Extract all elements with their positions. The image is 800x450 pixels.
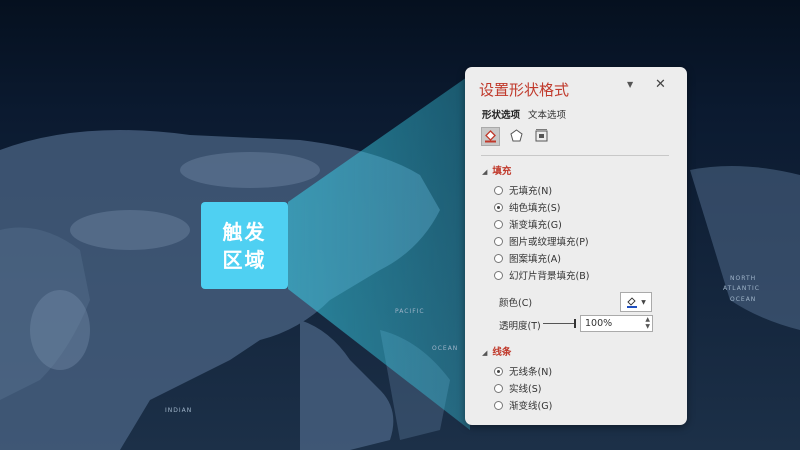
tab-text-options[interactable]: 文本选项 (528, 107, 566, 121)
radio-selected-icon[interactable] (494, 366, 503, 376)
fill-option-slide-background[interactable]: 幻灯片背景填充(B) (494, 268, 589, 282)
transparency-slider-track[interactable] (543, 323, 575, 324)
map-label-atlantic: ATLANTIC (723, 285, 760, 292)
radio-icon[interactable] (494, 400, 503, 410)
radio-icon[interactable] (494, 185, 503, 195)
map-label-north: NORTH (730, 275, 756, 282)
panel-options-icon[interactable]: ▼ (627, 80, 633, 89)
radio-icon[interactable] (494, 253, 503, 263)
radio-icon[interactable] (494, 236, 503, 246)
collapse-triangle-icon: ◢ (482, 349, 488, 357)
fill-section-label: 填充 (492, 166, 512, 177)
color-label: 颜色(C) (499, 298, 533, 309)
map-label-indian: INDIAN (165, 407, 192, 414)
radio-icon[interactable] (494, 219, 503, 229)
close-icon[interactable]: ✕ (655, 77, 666, 92)
map-label-ocean: OCEAN (432, 345, 458, 352)
fill-option-label: 无填充(N) (509, 186, 553, 197)
spinner-icon[interactable]: ▲ ▼ (645, 316, 650, 330)
chevron-down-icon: ▼ (641, 298, 646, 306)
collapse-triangle-icon: ◢ (482, 168, 488, 176)
panel-divider (481, 155, 669, 156)
radio-selected-icon[interactable] (494, 202, 503, 212)
transparency-input[interactable]: 100% ▲ ▼ (580, 315, 653, 332)
fill-option-label: 图案填充(A) (509, 254, 561, 265)
panel-tabs: 形状选项 文本选项 (482, 107, 566, 121)
radio-icon[interactable] (494, 270, 503, 280)
color-picker-button[interactable]: ▼ (620, 292, 652, 312)
radio-icon[interactable] (494, 383, 503, 393)
fill-option-none[interactable]: 无填充(N) (494, 183, 552, 197)
trigger-area-line1: 触发 (222, 219, 267, 244)
transparency-label: 透明度(T) (499, 321, 541, 332)
line-option-label: 渐变线(G) (509, 401, 553, 412)
line-option-solid[interactable]: 实线(S) (494, 381, 541, 395)
fill-line-icon[interactable] (481, 127, 500, 146)
size-layout-icon[interactable] (533, 127, 550, 144)
fill-option-gradient[interactable]: 渐变填充(G) (494, 217, 562, 231)
paint-bucket-icon (627, 297, 638, 308)
fill-option-label: 纯色填充(S) (509, 203, 561, 214)
fill-option-label: 渐变填充(G) (509, 220, 562, 231)
map-label-pacific: PACIFIC (395, 308, 425, 315)
fill-option-label: 幻灯片背景填充(B) (509, 271, 590, 282)
line-section-header[interactable]: ◢ 线条 (482, 344, 511, 358)
fill-option-solid[interactable]: 纯色填充(S) (494, 200, 560, 214)
transparency-slider-thumb[interactable] (574, 319, 576, 328)
fill-option-picture[interactable]: 图片或纹理填充(P) (494, 234, 589, 248)
line-option-none[interactable]: 无线条(N) (494, 364, 552, 378)
line-option-label: 实线(S) (509, 384, 542, 395)
map-label-ocean-2: OCEAN (730, 296, 756, 303)
panel-icon-bar (481, 127, 550, 146)
transparency-value: 100% (585, 318, 613, 329)
format-shape-panel: 设置形状格式 ▼ ✕ 形状选项 文本选项 ◢ 填充 无填充(N) 纯色填充(S) … (465, 67, 687, 425)
tab-shape-options[interactable]: 形状选项 (482, 107, 520, 121)
fill-option-pattern[interactable]: 图案填充(A) (494, 251, 561, 265)
line-option-gradient[interactable]: 渐变线(G) (494, 398, 552, 412)
line-section-label: 线条 (492, 347, 512, 358)
panel-title: 设置形状格式 (479, 81, 570, 99)
trigger-area[interactable]: 触发 区域 (201, 202, 288, 289)
effects-pentagon-icon[interactable] (508, 127, 525, 144)
trigger-area-line2: 区域 (222, 247, 267, 272)
fill-option-label: 图片或纹理填充(P) (509, 237, 589, 248)
fill-section-header[interactable]: ◢ 填充 (482, 163, 511, 177)
line-option-label: 无线条(N) (509, 367, 553, 378)
